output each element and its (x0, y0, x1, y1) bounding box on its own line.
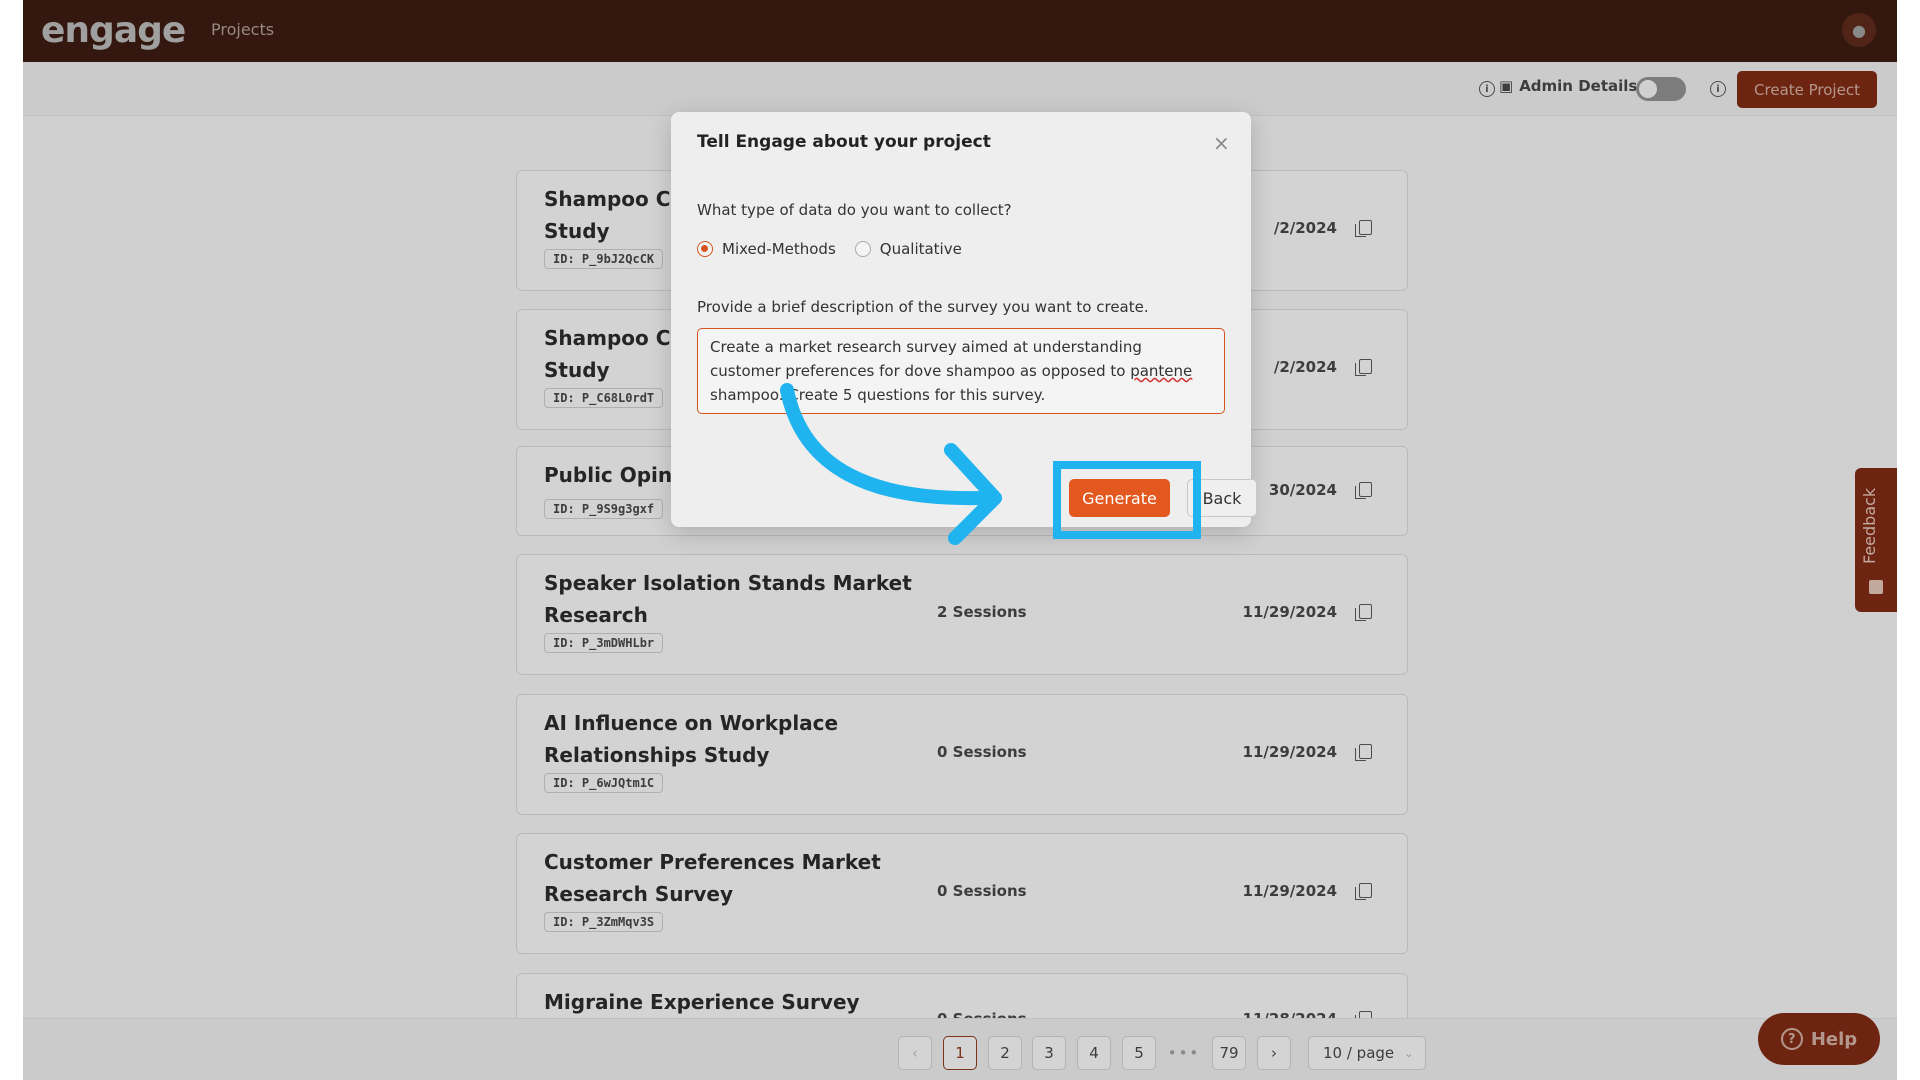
data-type-question: What type of data do you want to collect… (697, 201, 1012, 219)
close-icon[interactable]: × (1213, 131, 1230, 155)
qualitative-radio[interactable] (854, 241, 871, 257)
description-text: Create a market research survey aimed at… (710, 338, 1142, 380)
mixed-methods-label[interactable]: Mixed-Methods (722, 240, 836, 258)
tutorial-arrow (780, 383, 1002, 545)
mixed-methods-radio[interactable] (697, 241, 713, 257)
description-question: Provide a brief description of the surve… (697, 298, 1149, 316)
highlight-box (1053, 461, 1201, 539)
app-window: engage Projects ● i ▣ Admin Details i Cr… (23, 0, 1897, 1080)
dialog-title: Tell Engage about your project (697, 132, 991, 152)
misspelled-word: pantene (1130, 362, 1193, 380)
data-type-radio-group: Mixed-Methods Qualitative (697, 240, 962, 258)
qualitative-label[interactable]: Qualitative (880, 240, 962, 258)
